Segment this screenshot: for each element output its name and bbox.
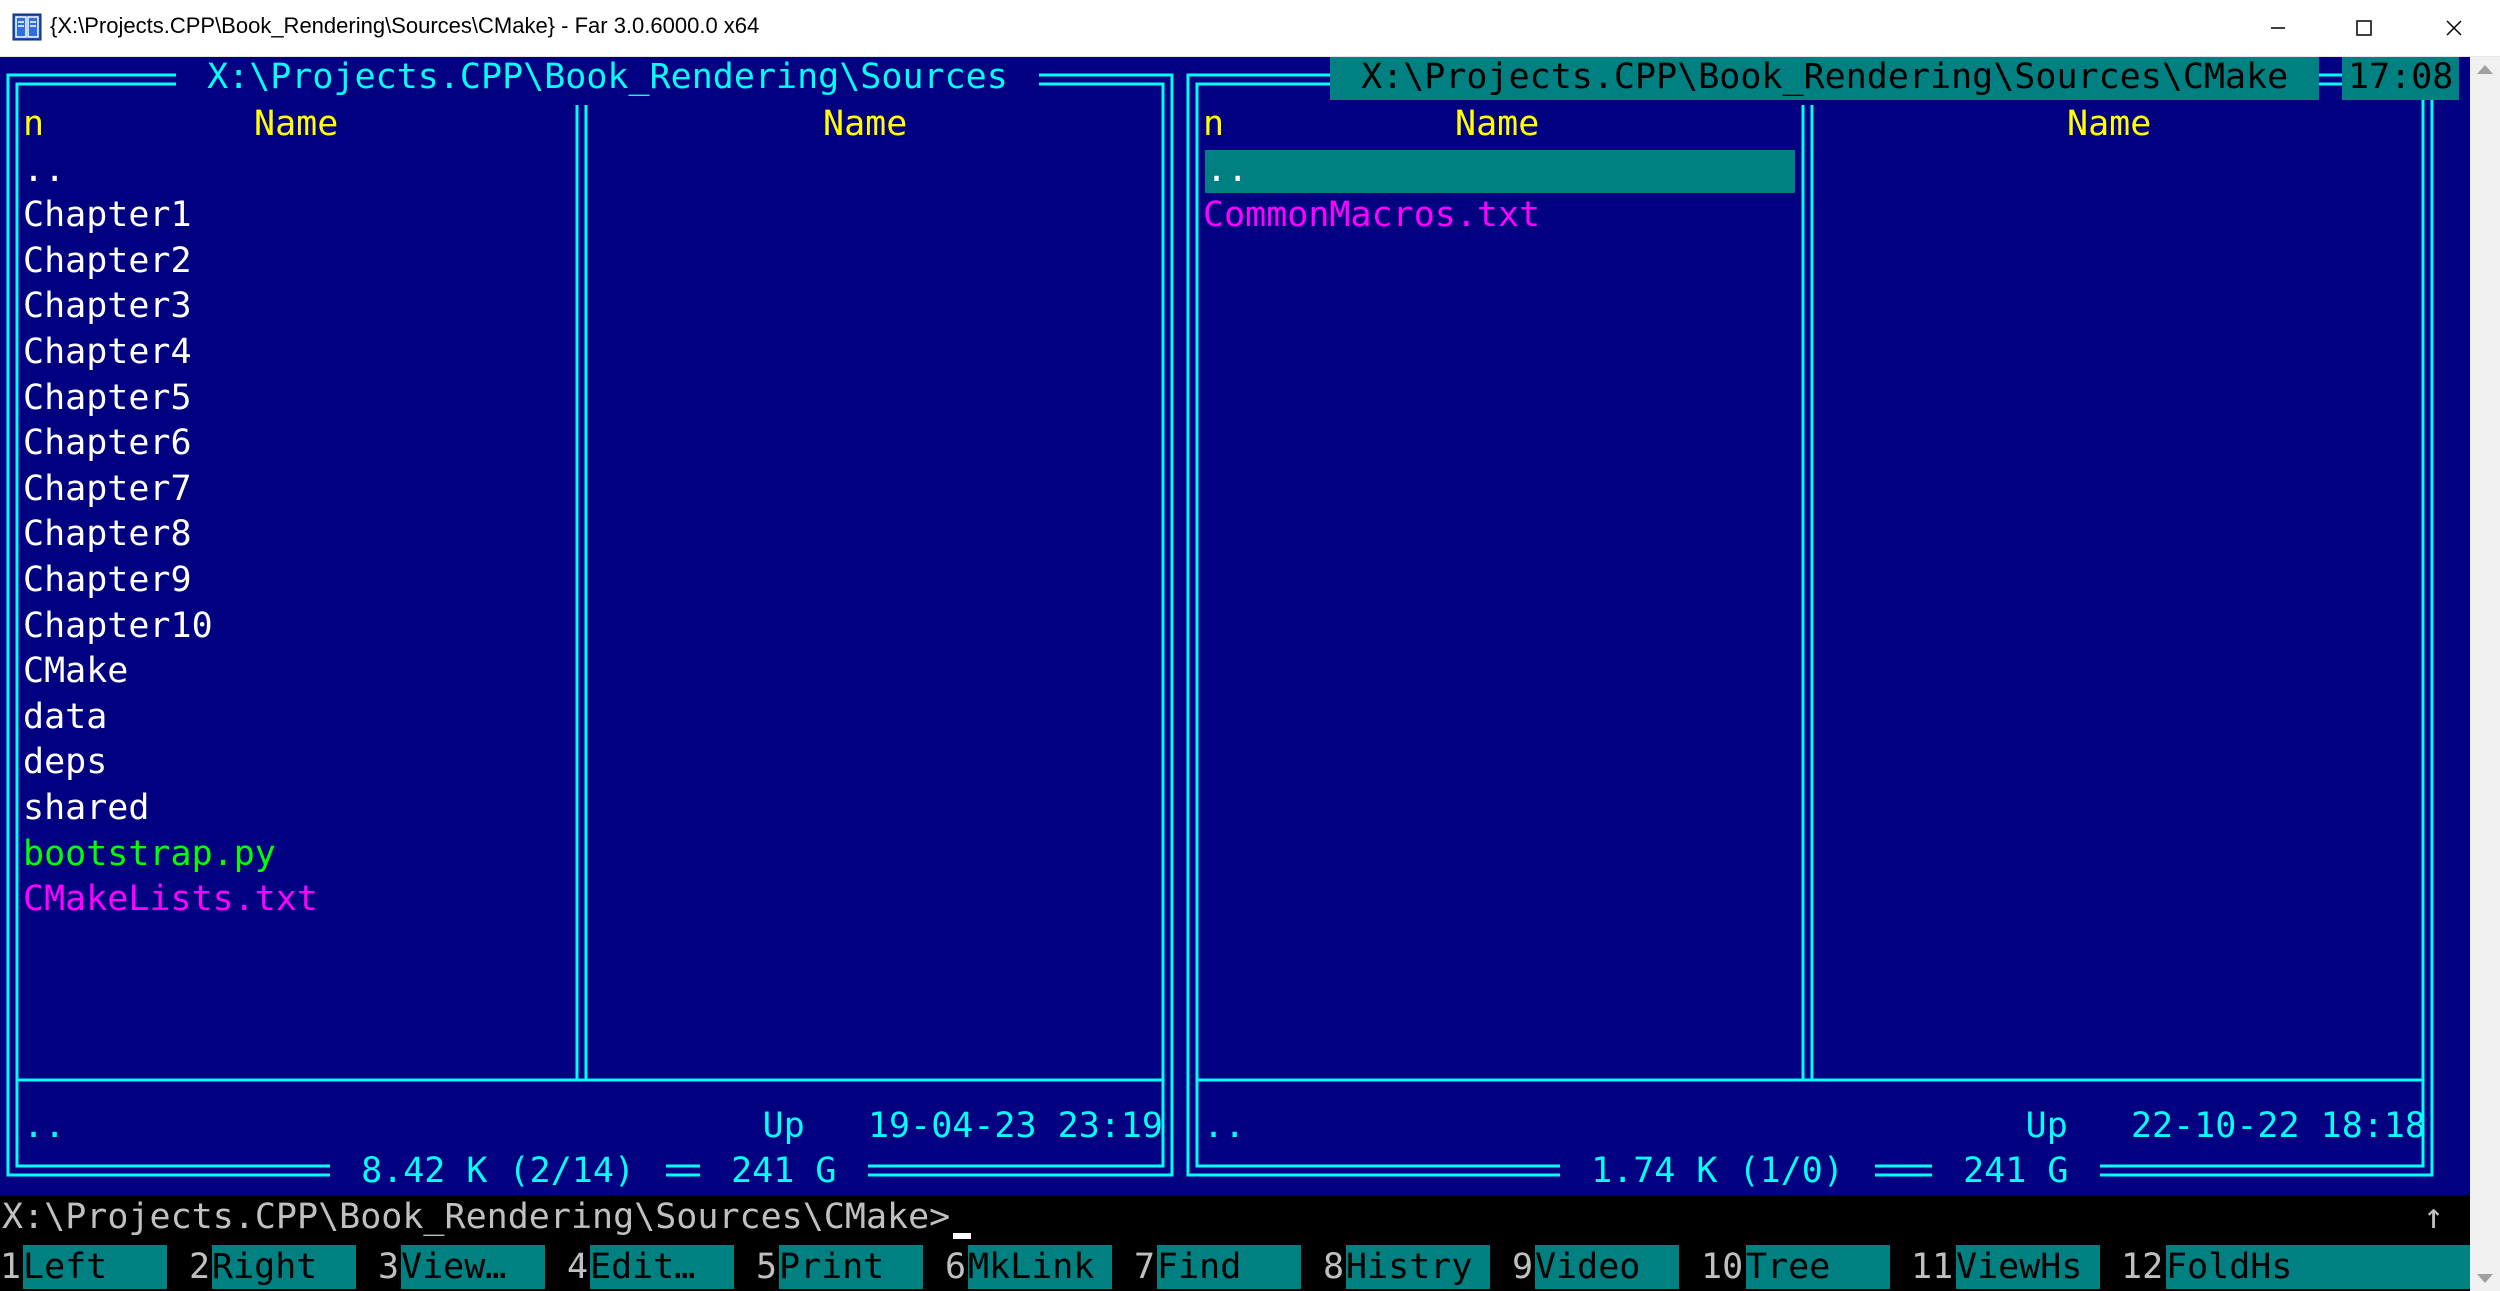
f3-key-view[interactable]: 3 View… [378,1243,567,1291]
f5-key-print[interactable]: 5 Print [756,1243,945,1291]
list-item-selected[interactable]: .. [1206,147,1248,193]
f8-key-history[interactable]: 8 Histry [1323,1243,1512,1291]
f6-key-mklink[interactable]: 6 MkLink [945,1243,1134,1291]
left-column-header-name[interactable]: Name [254,101,338,147]
right-column-sort-n[interactable]: n [1203,101,1224,147]
list-item[interactable]: .. [23,147,65,193]
scroll-down-arrow-icon[interactable] [2477,1274,2493,1283]
left-column-header-name-2[interactable]: Name [823,101,907,147]
list-item[interactable]: Chapter10 [23,603,213,649]
text-cursor [953,1233,971,1239]
maximize-button[interactable] [2320,0,2406,56]
list-item[interactable]: Chapter3 [23,283,192,329]
list-item[interactable]: CMakeLists.txt [23,876,318,922]
window-titlebar[interactable]: {X:\Projects.CPP\Book_Rendering\Sources\… [0,0,2500,57]
list-item[interactable]: Chapter8 [23,511,192,557]
list-item[interactable]: CommonMacros.txt [1203,192,1540,238]
right-column-header-name[interactable]: Name [1455,101,1539,147]
window-title: {X:\Projects.CPP\Book_Rendering\Sources\… [50,13,760,38]
left-panel-path[interactable]: X:\Projects.CPP\Book_Rendering\Sources [176,57,1039,100]
right-column-header-name-2[interactable]: Name [2067,101,2151,147]
list-item[interactable]: Chapter5 [23,375,192,421]
left-column-sort-n[interactable]: n [23,101,44,147]
f2-key-right[interactable]: 2 Right [189,1243,378,1291]
f9-key-video[interactable]: 9 Video [1512,1243,1701,1291]
close-button[interactable] [2410,0,2496,56]
list-item[interactable]: Chapter6 [23,420,192,466]
list-item[interactable]: Chapter1 [23,192,192,238]
command-prompt[interactable]: X:\Projects.CPP\Book_Rendering\Sources\C… [2,1194,950,1240]
list-item[interactable]: deps [23,739,107,785]
list-item[interactable]: Chapter7 [23,466,192,512]
list-item[interactable]: Chapter4 [23,329,192,375]
file-cursor [1205,150,1795,193]
f10-key-tree[interactable]: 10 Tree [1701,1243,1911,1291]
right-panel-path[interactable]: X:\Projects.CPP\Book_Rendering\Sources\C… [1330,57,2320,100]
left-summary: 8.42 K (2/14) [330,1148,667,1194]
vertical-scrollbar[interactable] [2470,57,2500,1291]
function-key-bar: 1 Left 2 Right 3 View… 4 Edit… 5 Print 6… [0,1243,2470,1291]
clock: 17:08 [2342,57,2460,100]
right-status-name: .. [1203,1106,1246,1146]
list-item[interactable]: shared [23,785,149,831]
far-console: X:\Projects.CPP\Book_Rendering\Sources n… [0,57,2470,1291]
list-item[interactable]: data [23,694,107,740]
list-item[interactable]: bootstrap.py [23,831,276,877]
f12-key-foldhs[interactable]: 12 FoldHs [2121,1243,2470,1291]
list-item[interactable]: Chapter9 [23,557,192,603]
list-item[interactable]: CMake [23,648,128,694]
left-status-info: Up 19-04-23 23:19 [762,1106,1163,1146]
f1-key-left[interactable]: 1 Left [0,1243,189,1291]
scroll-up-indicator-icon[interactable]: ↑ [2423,1194,2444,1240]
right-free-space: 241 G [1932,1148,2100,1194]
left-status-name: .. [23,1106,66,1146]
f11-key-viewhs[interactable]: 11 ViewHs [1911,1243,2121,1291]
list-item[interactable]: Chapter2 [23,238,192,284]
right-summary: 1.74 K (1/0) [1560,1148,1876,1194]
far-manager-icon [12,13,42,41]
left-free-space: 241 G [700,1148,868,1194]
scroll-up-arrow-icon[interactable] [2477,65,2493,74]
f7-key-find[interactable]: 7 Find [1134,1243,1323,1291]
f4-key-edit[interactable]: 4 Edit… [567,1243,756,1291]
right-status-info: Up 22-10-22 18:18 [2025,1106,2426,1146]
minimize-button[interactable] [2234,0,2320,56]
